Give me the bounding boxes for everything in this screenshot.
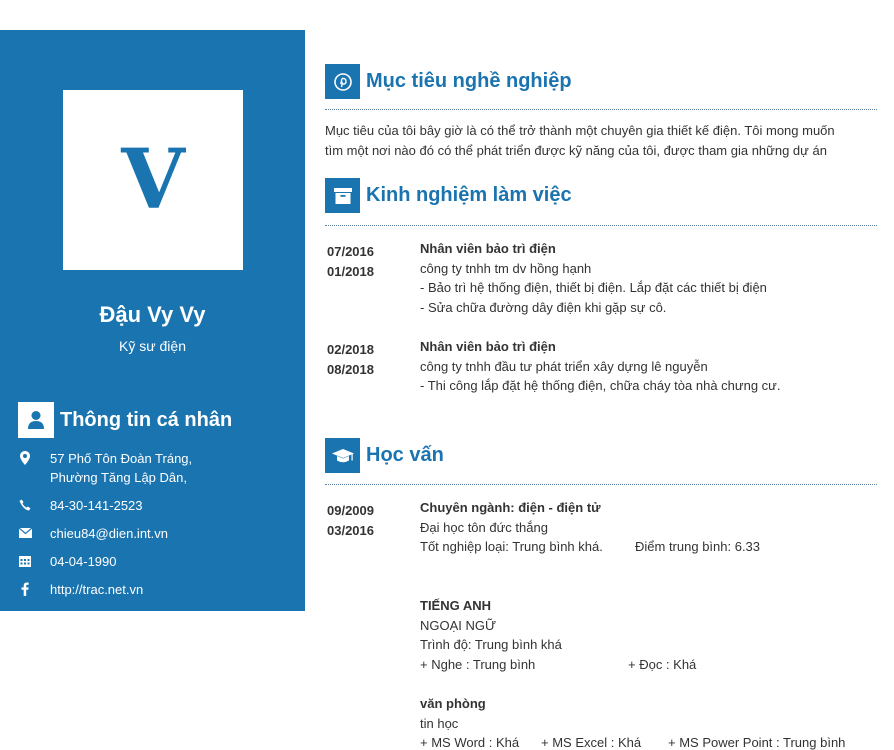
edu-school: Đại học tôn đức thắng <box>420 519 548 535</box>
avatar-initial: V <box>121 132 185 228</box>
office-sub: tin học <box>420 715 459 731</box>
personal-info-header: Thông tin cá nhân <box>18 402 232 438</box>
edu-start-date: 09/2009 <box>327 503 374 518</box>
profile-name: Đậu Vy Vy <box>99 302 206 327</box>
phone-icon <box>18 497 32 513</box>
phone-row: 84-30-141-2523 <box>18 496 143 515</box>
english-heading: TIẾNG ANH <box>420 598 492 613</box>
graduation-cap-icon <box>325 438 360 473</box>
education-header: Học vấn <box>325 438 444 473</box>
english-reading: + Đọc : Khá <box>628 656 697 672</box>
archive-icon <box>325 178 360 213</box>
user-icon <box>18 402 54 438</box>
objective-text: Mục tiêu của tôi bây giờ là có thể trở t… <box>325 121 880 161</box>
objective-title: Mục tiêu nghề nghiệp <box>366 70 572 92</box>
email-text: chieu84@dien.int.vn <box>50 526 168 541</box>
exp1-details: Nhân viên bảo trì điện công ty tnhh tm d… <box>420 239 767 317</box>
objective-header: Mục tiêu nghề nghiệp <box>325 64 572 99</box>
avatar: V <box>63 90 243 270</box>
objective-divider <box>325 109 877 110</box>
exp2-details: Nhân viên bảo trì điện công ty tnhh đầu … <box>420 337 781 396</box>
personal-info-title: Thông tin cá nhân <box>60 408 233 431</box>
exp1-company: công ty tnhh tm dv hồng hạnh <box>420 260 592 276</box>
english-skills-row: + Nghe : Trung bình + Đọc : Khá <box>420 655 696 675</box>
education-divider <box>325 484 877 485</box>
edu-result-row: Tốt nghiệp loại: Trung bình khá. Điểm tru… <box>420 537 760 557</box>
english-level: Trình độ: Trung bình khá <box>420 637 562 652</box>
experience-divider <box>325 225 877 226</box>
exp2-position: Nhân viên bảo trì điện <box>420 339 556 354</box>
english-listening: + Nghe : Trung bình <box>420 656 536 672</box>
exp2-company: công ty tnhh đầu tư phát triển xây dựng … <box>420 358 708 374</box>
office-ppt: + MS Power Point : Trung bình <box>668 735 846 750</box>
edu-end-date: 03/2016 <box>327 523 374 538</box>
calendar-icon <box>18 553 32 569</box>
website-row: http://trac.net.vn <box>18 580 143 599</box>
office-skills-row: + MS Word : Khá + MS Excel : Khá + MS Powe… <box>420 733 845 750</box>
english-block: TIẾNG ANH NGOẠI NGỮ Trình độ: Trung bình… <box>420 596 696 674</box>
objective-line-1: Mục tiêu của tôi bây giờ là có thể trở t… <box>325 123 835 138</box>
education-title: Học vấn <box>366 444 444 466</box>
exp2-start-date: 02/2018 <box>327 342 374 357</box>
map-marker-icon <box>18 450 32 466</box>
birthday-text: 04-04-1990 <box>50 554 117 569</box>
exp1-position: Nhân viên bảo trì điện <box>420 241 556 256</box>
exp1-end-date: 01/2018 <box>327 264 374 279</box>
address-line-1: 57 Phố Tôn Đoàn Tráng, <box>50 451 193 466</box>
experience-title: Kinh nghiệm làm việc <box>366 184 572 206</box>
address-row: 57 Phố Tôn Đoàn Tráng, Phường Tăng Lập D… <box>18 449 192 487</box>
address-line-2: Phường Tăng Lập Dân, <box>50 470 187 485</box>
edu-graduation: Tốt nghiệp loại: Trung bình khá. <box>420 539 603 554</box>
profile-role: Kỹ sư điện <box>119 338 186 354</box>
exp1-desc-2: - Sửa chữa đường dây điện khi gặp sự cô. <box>420 299 667 315</box>
phone-text: 84-30-141-2523 <box>50 498 143 513</box>
office-word: + MS Word : Khá <box>420 735 520 750</box>
exp1-desc-1: - Bảo trì hệ thống điện, thiết bị điện. … <box>420 280 767 295</box>
birthday-row: 04-04-1990 <box>18 552 117 571</box>
office-excel: + MS Excel : Khá <box>541 735 642 750</box>
edu-details: Chuyên ngành: điện - điện tử Đại học tôn… <box>420 498 760 557</box>
exp2-end-date: 08/2018 <box>327 362 374 377</box>
pinterest-icon <box>325 64 360 99</box>
experience-header: Kinh nghiệm làm việc <box>325 178 572 213</box>
office-block: văn phòng tin học + MS Word : Khá + MS Ex… <box>420 694 845 750</box>
exp2-desc-1: - Thi công lắp đặt hệ thống điện, chữa c… <box>420 378 781 393</box>
office-heading: văn phòng <box>420 696 486 711</box>
email-row: chieu84@dien.int.vn <box>18 524 168 543</box>
envelope-icon <box>18 525 32 541</box>
exp1-start-date: 07/2016 <box>327 244 374 259</box>
sidebar: V Đậu Vy Vy Kỹ sư điện Thông tin cá nhân… <box>0 30 305 611</box>
english-sub: NGOẠI NGỮ <box>420 617 497 633</box>
objective-line-2: tìm một nơi nào đó có thể phát triển đượ… <box>325 143 827 158</box>
edu-major: Chuyên ngành: điện - điện tử <box>420 500 601 515</box>
edu-gpa: Điểm trung bình: 6.33 <box>635 539 761 554</box>
website-text[interactable]: http://trac.net.vn <box>50 580 143 599</box>
facebook-icon <box>18 581 32 597</box>
